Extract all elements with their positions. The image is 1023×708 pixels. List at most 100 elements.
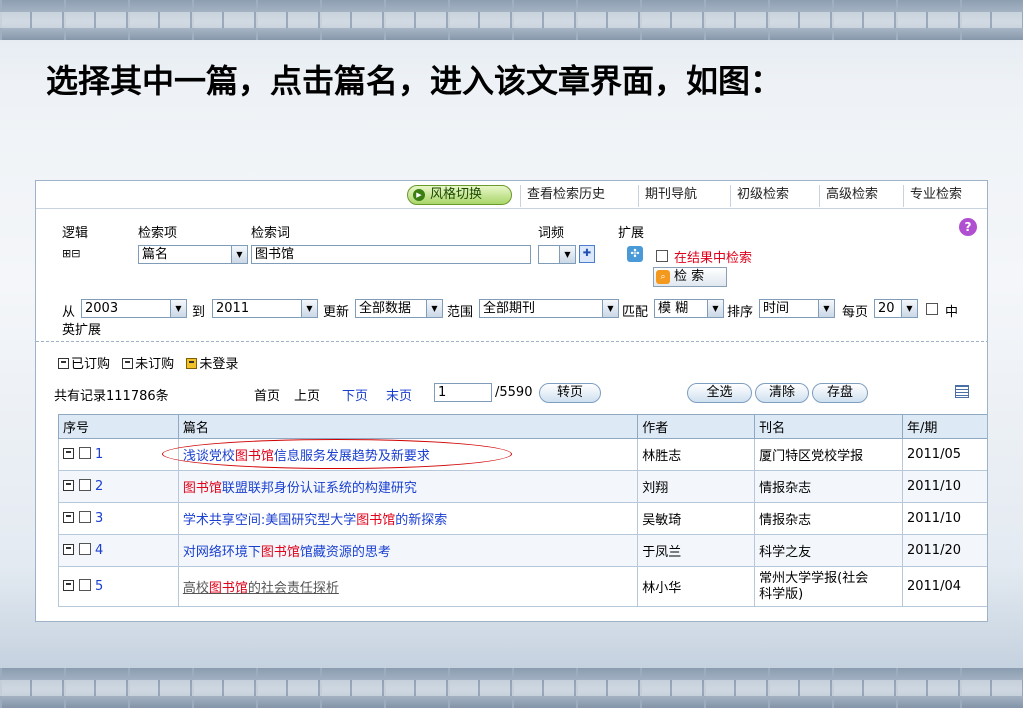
article-title-link[interactable]: 学术共享空间:美国研究型大学图书馆的新探索 xyxy=(177,502,639,535)
col-header-issue: 年/期 xyxy=(901,414,987,439)
row-no-cell: 5 xyxy=(58,566,179,607)
save-button[interactable]: 存盘 xyxy=(812,383,868,403)
title-keyword: 图书馆 xyxy=(182,481,222,496)
first-page-link[interactable]: 首页 xyxy=(254,385,280,404)
journal-cell[interactable]: 科学之友 xyxy=(754,534,903,567)
term-label: 检索词 xyxy=(251,226,291,241)
prev-page-link[interactable]: 上页 xyxy=(294,385,320,404)
sort-select[interactable]: 时间 ▼ xyxy=(759,299,835,318)
col-header-title: 篇名 xyxy=(177,414,639,439)
journal-cell[interactable]: 情报杂志 xyxy=(754,502,903,535)
title-suffix: 联盟联邦身份认证系统的构建研究 xyxy=(221,481,417,496)
table-row: 4 对网络环境下图书馆馆藏资源的思考 于凤兰 科学之友 2011/20 xyxy=(58,534,987,567)
nav-expert-search[interactable]: 专业检索 xyxy=(903,185,968,207)
field-select[interactable]: 篇名 ▼ xyxy=(138,245,248,264)
issue-cell: 2011/20 xyxy=(901,534,987,567)
title-prefix: 学术共享空间:美国研究型大学 xyxy=(182,513,357,528)
issue-cell: 2011/10 xyxy=(901,502,987,535)
ordered-icon xyxy=(63,480,74,491)
row-checkbox[interactable] xyxy=(79,543,91,555)
cnki-search-window: ▶ 风格切换 查看检索历史 期刊导航 初级检索 高级检索 专业检索 逻辑 检索项… xyxy=(35,180,988,622)
journal-cell[interactable]: 情报杂志 xyxy=(754,470,903,503)
author-cell[interactable]: 吴敏琦 xyxy=(637,502,756,535)
to-label: 到 xyxy=(192,305,206,320)
journal-cell[interactable]: 常州大学学报(社会 科学版) xyxy=(754,566,903,607)
author-cell[interactable]: 林小华 xyxy=(637,566,756,607)
frequency-expand-icon[interactable]: ✚ xyxy=(579,245,595,263)
in-results-checkbox[interactable] xyxy=(656,250,668,262)
journal-cell[interactable]: 厦门特区党校学报 xyxy=(754,438,903,471)
title-suffix: 馆藏资源的思考 xyxy=(299,545,391,560)
goto-page-button[interactable]: 转页 xyxy=(539,383,601,403)
next-page-link[interactable]: 下页 xyxy=(342,385,368,404)
row-number: 2 xyxy=(95,479,104,494)
ordered-icon xyxy=(58,358,69,369)
great-wall-banner-bottom xyxy=(0,668,1023,708)
author-cell[interactable]: 林胜志 xyxy=(637,438,756,471)
page-total: /5590 xyxy=(495,385,533,400)
style-switch-button[interactable]: ▶ 风格切换 xyxy=(407,185,512,205)
per-page-select[interactable]: 20 ▼ xyxy=(874,299,918,318)
chevron-down-icon: ▼ xyxy=(231,246,247,263)
article-title-link[interactable]: 高校图书馆的社会责任探析 xyxy=(177,566,639,607)
row-checkbox[interactable] xyxy=(79,447,91,459)
from-label: 从 xyxy=(62,305,76,320)
table-header-row: 序号 篇名 作者 刊名 年/期 xyxy=(58,414,987,439)
extend-label: 扩展 xyxy=(618,226,645,241)
list-view-icon[interactable] xyxy=(955,385,969,398)
not-logged-icon xyxy=(186,358,198,369)
col-header-no: 序号 xyxy=(58,414,179,439)
nav-basic-search[interactable]: 初级检索 xyxy=(730,185,795,207)
chevron-down-icon: ▼ xyxy=(170,300,186,317)
nav-advanced-search[interactable]: 高级检索 xyxy=(819,185,884,207)
top-nav: ▶ 风格切换 查看检索历史 期刊导航 初级检索 高级检索 专业检索 xyxy=(36,181,987,209)
title-keyword: 图书馆 xyxy=(208,581,248,596)
update-select[interactable]: 全部数据 ▼ xyxy=(355,299,443,318)
highlight-ellipse xyxy=(162,439,512,469)
title-prefix: 高校 xyxy=(182,581,209,596)
clear-button[interactable]: 清除 xyxy=(755,383,809,403)
search-button-label: 检 索 xyxy=(674,269,705,284)
from-year-select[interactable]: 2003 ▼ xyxy=(81,299,187,318)
select-all-button[interactable]: 全选 xyxy=(687,383,752,403)
to-year-select[interactable]: 2011 ▼ xyxy=(212,299,318,318)
nav-journal-navigation[interactable]: 期刊导航 xyxy=(638,185,703,207)
chevron-down-icon: ▼ xyxy=(901,300,917,317)
row-checkbox[interactable] xyxy=(79,511,91,523)
field-select-value: 篇名 xyxy=(142,247,169,262)
search-button[interactable]: ⌕ 检 索 xyxy=(653,267,727,287)
help-icon[interactable]: ? xyxy=(959,218,977,236)
range-select[interactable]: 全部期刊 ▼ xyxy=(479,299,619,318)
ordered-icon xyxy=(63,512,74,523)
article-title-link[interactable]: 图书馆联盟联邦身份认证系统的构建研究 xyxy=(177,470,639,503)
article-title-link[interactable]: 对网络环境下图书馆馆藏资源的思考 xyxy=(177,534,639,567)
logic-add-remove-icons[interactable]: ⊞⊟ xyxy=(62,247,80,260)
row-checkbox[interactable] xyxy=(79,479,91,491)
cn-en-extend-checkbox[interactable] xyxy=(926,303,938,315)
table-row: 3 学术共享空间:美国研究型大学图书馆的新探索 吴敏琦 情报杂志 2011/10 xyxy=(58,502,987,535)
update-label: 更新 xyxy=(323,305,350,320)
author-cell[interactable]: 于凤兰 xyxy=(637,534,756,567)
row-number: 3 xyxy=(95,511,104,526)
row-checkbox[interactable] xyxy=(79,579,91,591)
ordered-icon xyxy=(63,448,74,459)
page-number-input[interactable]: 1 xyxy=(434,383,492,402)
match-select[interactable]: 模 糊 ▼ xyxy=(654,299,724,318)
slide-title: 选择其中一篇，点击篇名，进入该文章界面，如图： xyxy=(46,62,783,100)
match-label: 匹配 xyxy=(622,305,649,320)
sort-label: 排序 xyxy=(727,305,754,320)
author-cell[interactable]: 刘翔 xyxy=(637,470,756,503)
range-value: 全部期刊 xyxy=(483,301,536,316)
extend-expand-icon[interactable]: ✣ xyxy=(627,246,643,262)
cn-en-label-2: 英扩展 xyxy=(62,323,102,338)
search-term-input[interactable]: 图书馆 xyxy=(251,245,531,264)
in-results-label[interactable]: 在结果中检索 xyxy=(674,247,752,266)
last-page-link[interactable]: 末页 xyxy=(386,385,412,404)
title-prefix: 对网络环境下 xyxy=(182,545,261,560)
chevron-down-icon: ▼ xyxy=(559,246,575,263)
col-header-journal: 刊名 xyxy=(754,414,903,439)
great-wall-banner-top xyxy=(0,0,1023,40)
nav-search-history[interactable]: 查看检索历史 xyxy=(520,185,611,207)
journal-line-1: 常州大学学报(社会 xyxy=(759,570,869,586)
frequency-select[interactable]: ▼ xyxy=(538,245,576,264)
